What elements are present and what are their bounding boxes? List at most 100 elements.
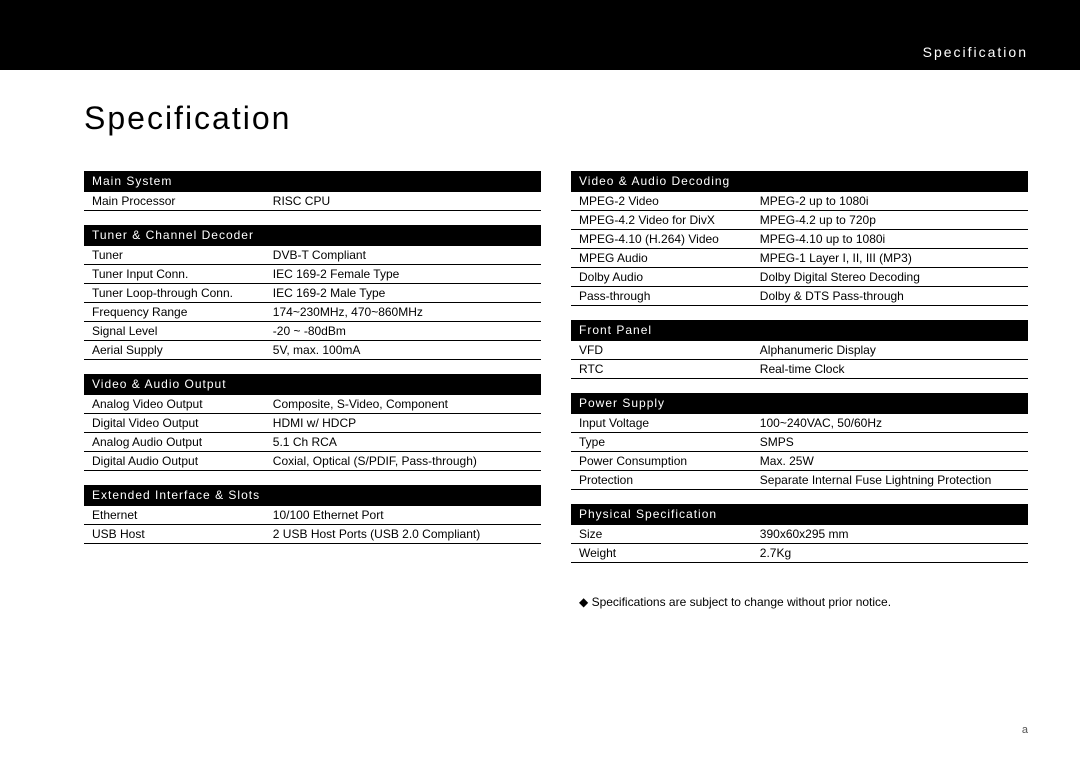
page-title: Specification (84, 100, 1028, 137)
spec-key: Dolby Audio (579, 270, 760, 284)
spec-section: Video & Audio OutputAnalog Video OutputC… (84, 374, 541, 471)
spec-value: -20 ~ -80dBm (273, 324, 533, 338)
spec-section: Physical SpecificationSize390x60x295 mmW… (571, 504, 1028, 563)
spec-value: 100~240VAC, 50/60Hz (760, 416, 1020, 430)
section-header: Tuner & Channel Decoder (84, 225, 541, 246)
spec-key: Frequency Range (92, 305, 273, 319)
spec-value: Composite, S-Video, Component (273, 397, 533, 411)
spec-value: 2 USB Host Ports (USB 2.0 Compliant) (273, 527, 533, 541)
spec-key: Ethernet (92, 508, 273, 522)
page-body: Specification Main SystemMain ProcessorR… (0, 70, 1080, 609)
spec-value: HDMI w/ HDCP (273, 416, 533, 430)
spec-value: Max. 25W (760, 454, 1020, 468)
spec-key: MPEG-4.2 Video for DivX (579, 213, 760, 227)
spec-row: Signal Level-20 ~ -80dBm (84, 322, 541, 341)
spec-row: RTCReal-time Clock (571, 360, 1028, 379)
spec-row: MPEG-4.2 Video for DivXMPEG-4.2 up to 72… (571, 211, 1028, 230)
spec-value: Real-time Clock (760, 362, 1020, 376)
spec-value: 390x60x295 mm (760, 527, 1020, 541)
spec-columns: Main SystemMain ProcessorRISC CPU Tuner &… (84, 171, 1028, 577)
spec-value: SMPS (760, 435, 1020, 449)
section-header: Main System (84, 171, 541, 192)
spec-key: Digital Audio Output (92, 454, 273, 468)
spec-key: MPEG Audio (579, 251, 760, 265)
spec-section: Power SupplyInput Voltage100~240VAC, 50/… (571, 393, 1028, 490)
spec-key: Protection (579, 473, 760, 487)
spec-value: Alphanumeric Display (760, 343, 1020, 357)
spec-key: RTC (579, 362, 760, 376)
spec-row: MPEG AudioMPEG-1 Layer I, II, III (MP3) (571, 249, 1028, 268)
spec-row: USB Host2 USB Host Ports (USB 2.0 Compli… (84, 525, 541, 544)
spec-key: Analog Audio Output (92, 435, 273, 449)
spec-key: MPEG-4.10 (H.264) Video (579, 232, 760, 246)
spec-value: Coxial, Optical (S/PDIF, Pass-through) (273, 454, 533, 468)
section-header: Video & Audio Decoding (571, 171, 1028, 192)
spec-row: Main ProcessorRISC CPU (84, 192, 541, 211)
spec-key: Input Voltage (579, 416, 760, 430)
spec-value: 5.1 Ch RCA (273, 435, 533, 449)
spec-value: 174~230MHz, 470~860MHz (273, 305, 533, 319)
spec-value: DVB-T Compliant (273, 248, 533, 262)
spec-row: Pass-throughDolby & DTS Pass-through (571, 287, 1028, 306)
spec-row: Dolby AudioDolby Digital Stereo Decoding (571, 268, 1028, 287)
spec-key: Main Processor (92, 194, 273, 208)
spec-row: Input Voltage100~240VAC, 50/60Hz (571, 414, 1028, 433)
spec-value: Dolby & DTS Pass-through (760, 289, 1020, 303)
spec-value: MPEG-1 Layer I, II, III (MP3) (760, 251, 1020, 265)
spec-row: TunerDVB-T Compliant (84, 246, 541, 265)
spec-column: Video & Audio DecodingMPEG-2 VideoMPEG-2… (571, 171, 1028, 577)
header-breadcrumb: Specification (923, 44, 1028, 60)
spec-row: Aerial Supply5V, max. 100mA (84, 341, 541, 360)
spec-key: Digital Video Output (92, 416, 273, 430)
spec-key: Size (579, 527, 760, 541)
spec-row: MPEG-4.10 (H.264) VideoMPEG-4.10 up to 1… (571, 230, 1028, 249)
spec-value: MPEG-4.10 up to 1080i (760, 232, 1020, 246)
header-band: Specification (0, 0, 1080, 70)
section-header: Extended Interface & Slots (84, 485, 541, 506)
spec-value: 10/100 Ethernet Port (273, 508, 533, 522)
spec-section: Video & Audio DecodingMPEG-2 VideoMPEG-2… (571, 171, 1028, 306)
spec-value: MPEG-4.2 up to 720p (760, 213, 1020, 227)
spec-row: Digital Audio OutputCoxial, Optical (S/P… (84, 452, 541, 471)
spec-section: Tuner & Channel DecoderTunerDVB-T Compli… (84, 225, 541, 360)
spec-key: MPEG-2 Video (579, 194, 760, 208)
spec-key: Aerial Supply (92, 343, 273, 357)
spec-value: IEC 169-2 Female Type (273, 267, 533, 281)
footnote: ◆ Specifications are subject to change w… (571, 595, 1028, 609)
spec-key: Analog Video Output (92, 397, 273, 411)
spec-row: MPEG-2 VideoMPEG-2 up to 1080i (571, 192, 1028, 211)
spec-row: VFDAlphanumeric Display (571, 341, 1028, 360)
spec-key: Type (579, 435, 760, 449)
spec-row: Analog Video OutputComposite, S-Video, C… (84, 395, 541, 414)
spec-row: Frequency Range174~230MHz, 470~860MHz (84, 303, 541, 322)
section-header: Physical Specification (571, 504, 1028, 525)
spec-column: Main SystemMain ProcessorRISC CPU Tuner &… (84, 171, 541, 577)
spec-row: TypeSMPS (571, 433, 1028, 452)
spec-key: Signal Level (92, 324, 273, 338)
spec-key: Tuner Loop-through Conn. (92, 286, 273, 300)
spec-row: Tuner Loop-through Conn.IEC 169-2 Male T… (84, 284, 541, 303)
spec-value: IEC 169-2 Male Type (273, 286, 533, 300)
page-number: a (1022, 724, 1028, 736)
spec-key: Power Consumption (579, 454, 760, 468)
spec-row: Tuner Input Conn.IEC 169-2 Female Type (84, 265, 541, 284)
section-header: Power Supply (571, 393, 1028, 414)
spec-key: VFD (579, 343, 760, 357)
spec-key: Pass-through (579, 289, 760, 303)
spec-row: Weight2.7Kg (571, 544, 1028, 563)
spec-value: 5V, max. 100mA (273, 343, 533, 357)
spec-section: Main SystemMain ProcessorRISC CPU (84, 171, 541, 211)
spec-value: 2.7Kg (760, 546, 1020, 560)
spec-row: Analog Audio Output5.1 Ch RCA (84, 433, 541, 452)
spec-row: Power ConsumptionMax. 25W (571, 452, 1028, 471)
spec-key: Tuner Input Conn. (92, 267, 273, 281)
spec-value: MPEG-2 up to 1080i (760, 194, 1020, 208)
spec-section: Extended Interface & SlotsEthernet10/100… (84, 485, 541, 544)
spec-row: Ethernet10/100 Ethernet Port (84, 506, 541, 525)
spec-key: Tuner (92, 248, 273, 262)
spec-row: Size390x60x295 mm (571, 525, 1028, 544)
spec-row: ProtectionSeparate Internal Fuse Lightni… (571, 471, 1028, 490)
spec-key: USB Host (92, 527, 273, 541)
section-header: Front Panel (571, 320, 1028, 341)
section-header: Video & Audio Output (84, 374, 541, 395)
